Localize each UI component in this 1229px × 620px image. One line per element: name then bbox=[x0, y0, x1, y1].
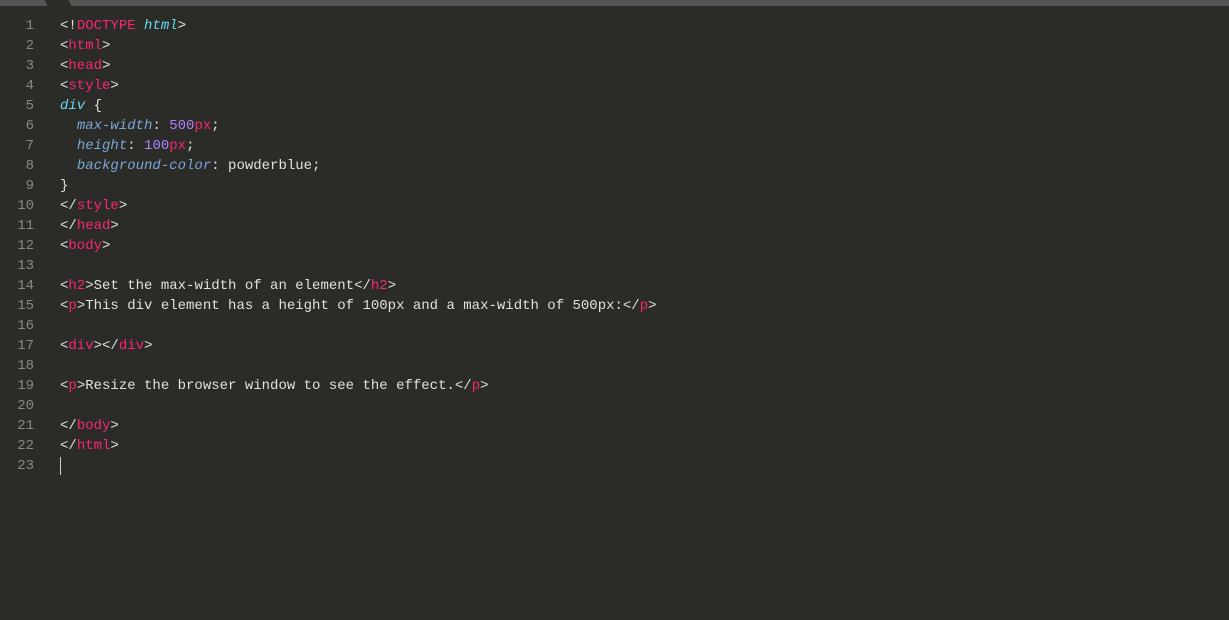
line-number: 4 bbox=[0, 76, 34, 96]
code-line[interactable]: <!DOCTYPE html> bbox=[60, 16, 1229, 36]
line-number: 3 bbox=[0, 56, 34, 76]
line-number: 9 bbox=[0, 176, 34, 196]
line-number: 22 bbox=[0, 436, 34, 456]
line-number: 1 bbox=[0, 16, 34, 36]
code-line[interactable]: height: 100px; bbox=[60, 136, 1229, 156]
text-cursor bbox=[60, 457, 61, 475]
code-line[interactable]: <h2>Set the max-width of an element</h2> bbox=[60, 276, 1229, 296]
code-line[interactable]: <html> bbox=[60, 36, 1229, 56]
code-line[interactable]: <p>Resize the browser window to see the … bbox=[60, 376, 1229, 396]
code-line[interactable]: } bbox=[60, 176, 1229, 196]
line-number: 17 bbox=[0, 336, 34, 356]
line-number: 8 bbox=[0, 156, 34, 176]
code-line[interactable] bbox=[60, 316, 1229, 336]
code-line[interactable]: background-color: powderblue; bbox=[60, 156, 1229, 176]
line-number: 23 bbox=[0, 456, 34, 476]
code-line[interactable]: <body> bbox=[60, 236, 1229, 256]
line-number: 7 bbox=[0, 136, 34, 156]
code-line[interactable]: </body> bbox=[60, 416, 1229, 436]
code-area[interactable]: <!DOCTYPE html> <html> <head> <style> di… bbox=[46, 6, 1229, 620]
code-line[interactable] bbox=[60, 456, 1229, 476]
code-line[interactable]: </style> bbox=[60, 196, 1229, 216]
line-number: 6 bbox=[0, 116, 34, 136]
line-number: 19 bbox=[0, 376, 34, 396]
line-number: 16 bbox=[0, 316, 34, 336]
code-editor[interactable]: 1 2 3 4 5 6 7 8 9 10 11 12 13 14 15 16 1… bbox=[0, 6, 1229, 620]
line-number: 18 bbox=[0, 356, 34, 376]
line-number: 10 bbox=[0, 196, 34, 216]
code-line[interactable]: <style> bbox=[60, 76, 1229, 96]
code-line[interactable] bbox=[60, 356, 1229, 376]
line-number: 21 bbox=[0, 416, 34, 436]
code-line[interactable]: <p>This div element has a height of 100p… bbox=[60, 296, 1229, 316]
code-line[interactable]: <div></div> bbox=[60, 336, 1229, 356]
line-number-gutter: 1 2 3 4 5 6 7 8 9 10 11 12 13 14 15 16 1… bbox=[0, 6, 46, 620]
line-number: 14 bbox=[0, 276, 34, 296]
line-number: 15 bbox=[0, 296, 34, 316]
line-number: 5 bbox=[0, 96, 34, 116]
line-number: 13 bbox=[0, 256, 34, 276]
line-number: 2 bbox=[0, 36, 34, 56]
code-line[interactable] bbox=[60, 396, 1229, 416]
code-line[interactable] bbox=[60, 256, 1229, 276]
code-line[interactable]: </head> bbox=[60, 216, 1229, 236]
code-line[interactable]: </html> bbox=[60, 436, 1229, 456]
line-number: 12 bbox=[0, 236, 34, 256]
code-line[interactable]: div { bbox=[60, 96, 1229, 116]
code-line[interactable]: max-width: 500px; bbox=[60, 116, 1229, 136]
line-number: 20 bbox=[0, 396, 34, 416]
line-number: 11 bbox=[0, 216, 34, 236]
code-line[interactable]: <head> bbox=[60, 56, 1229, 76]
